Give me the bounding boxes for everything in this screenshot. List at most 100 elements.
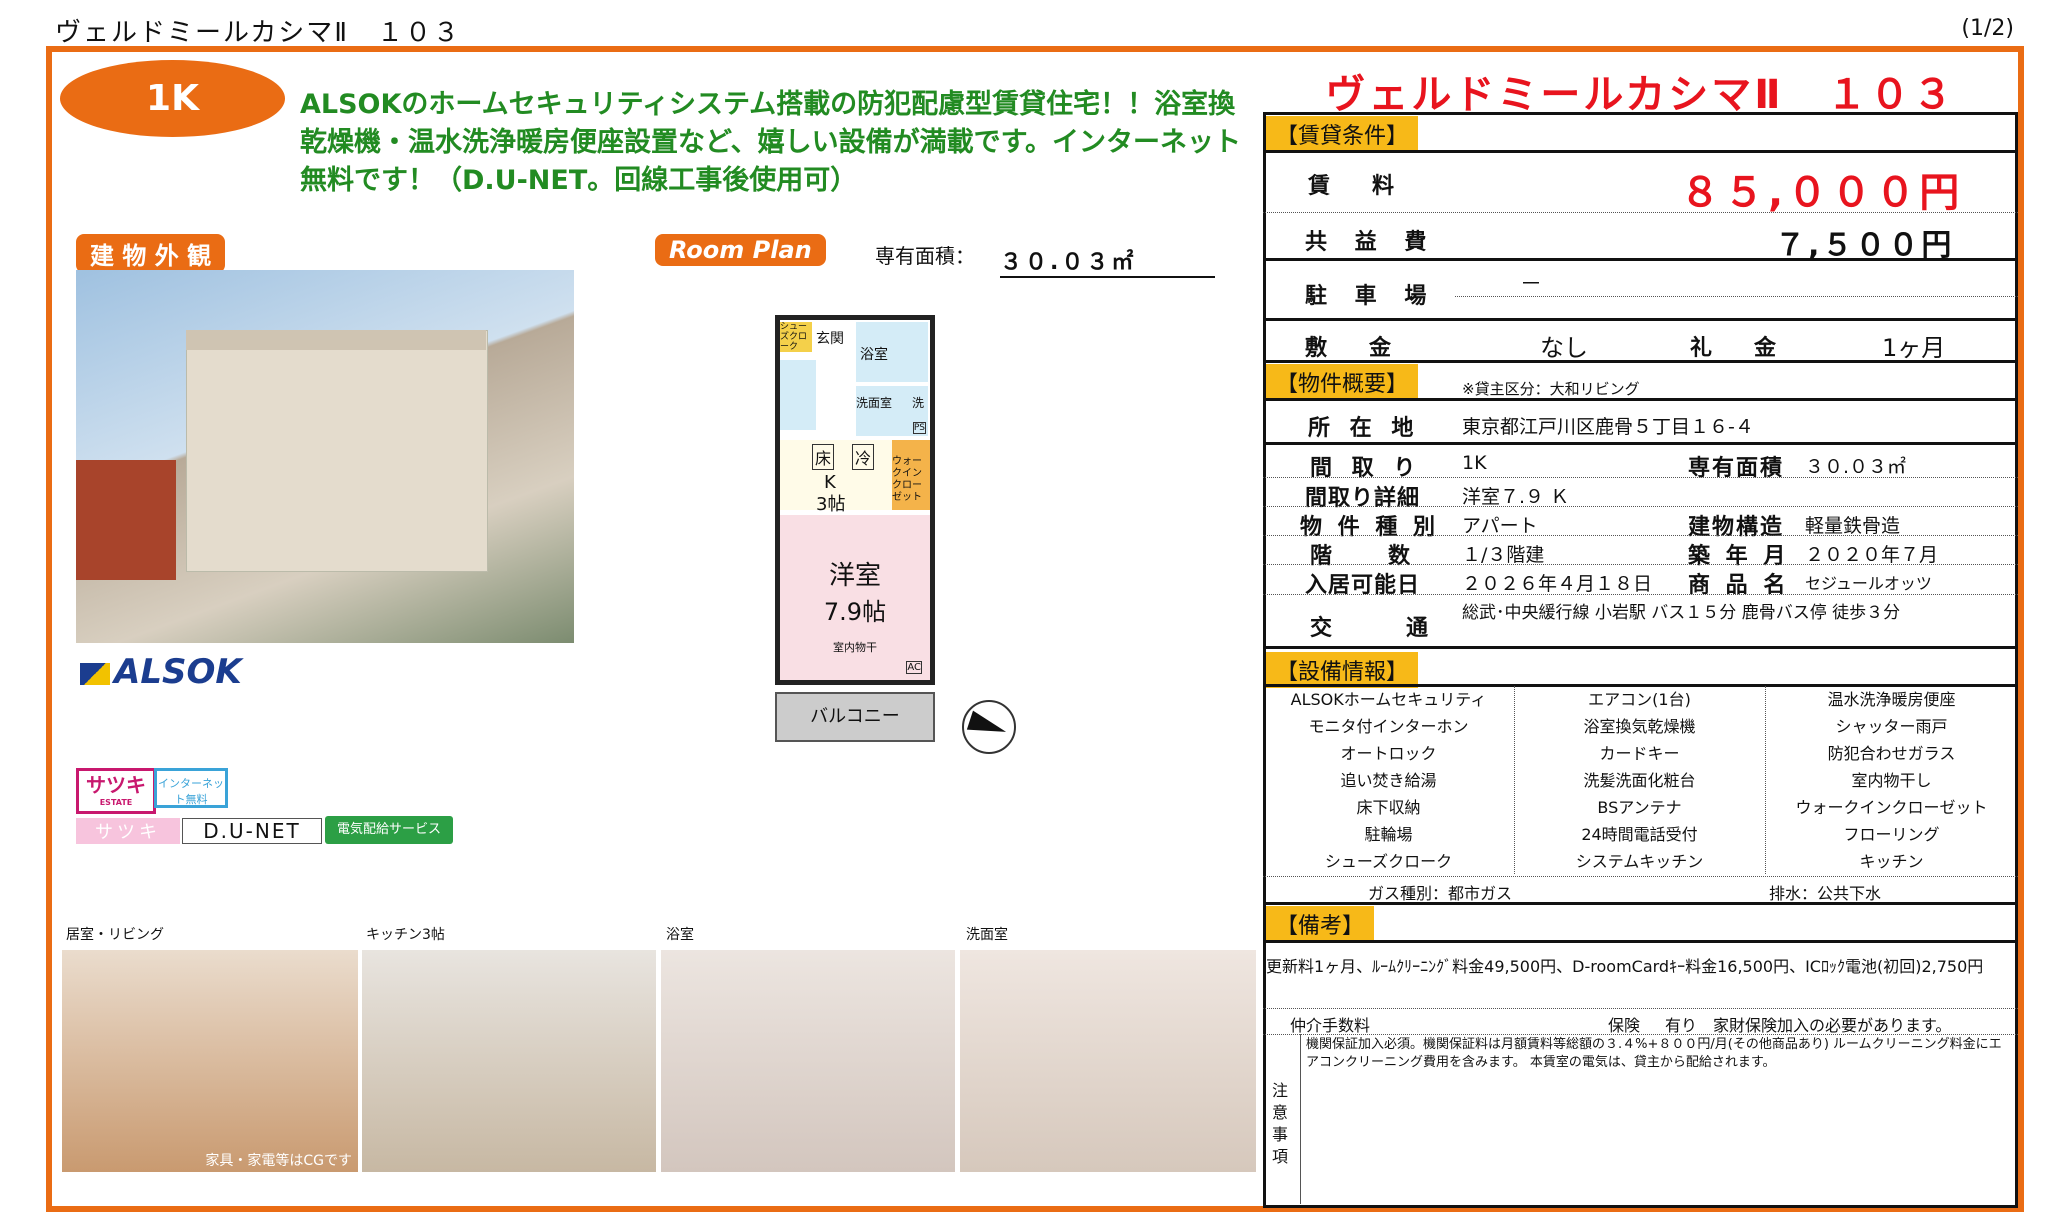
- equipment-item: システムキッチン: [1575, 852, 1704, 871]
- equipment-item: シャッター雨戸: [1835, 717, 1948, 736]
- photo-living-note: 家具・家電等はCGです: [205, 1153, 352, 1169]
- equipment-grid: ALSOKホームセキュリティ エアコン(1台) 温水洗浄暖房便座 モニタ付インタ…: [1263, 686, 2018, 875]
- fp-western-room: 洋室 7.9帖 室内物干 AC: [780, 515, 930, 680]
- type-value: アパート: [1462, 515, 1538, 537]
- alsok-logo: ALSOK: [80, 652, 242, 692]
- roomplan-label: Room Plan: [655, 234, 826, 266]
- insurance-value: 有り 家財保険加入の必要があります。: [1665, 1016, 1952, 1035]
- type-label: 物 件 種 別: [1300, 515, 1439, 540]
- equipment-item: 温水洗浄暖房便座: [1827, 690, 1956, 709]
- alsok-logo-text: ALSOK: [114, 652, 242, 692]
- rule: [1263, 506, 2018, 507]
- fp-balcony: バルコニー: [775, 692, 935, 742]
- deposit-value: なし: [1540, 334, 1588, 362]
- satsuki-band: サツキ: [76, 818, 180, 844]
- detail-value: 洋室７.９ Ｋ: [1462, 486, 1570, 508]
- fp-k-size: 3帖: [816, 494, 846, 515]
- fp-bath: 浴室: [856, 322, 928, 382]
- built-label: 築 年 月: [1688, 544, 1790, 569]
- area-label: 専有面積：: [875, 244, 975, 268]
- rent-value: ８５,０００円: [1680, 170, 1964, 216]
- key-money-value: 1ヶ月: [1882, 334, 1946, 362]
- fp-closet: ウォークインクローゼット: [892, 440, 930, 510]
- rule: [1263, 940, 2018, 943]
- structure-label: 建物構造: [1688, 515, 1785, 540]
- compass-icon: [962, 700, 1016, 754]
- alsok-mark-icon: [80, 662, 110, 685]
- detail-label: 間取り詳細: [1305, 486, 1421, 511]
- fp-indoor-dry: 室内物干: [833, 641, 877, 654]
- photo-bath: [661, 950, 955, 1172]
- fp-kitchen: 床 冷 K 3帖: [780, 440, 892, 515]
- equipment-item: 洗髪洗面化粧台: [1583, 771, 1696, 790]
- rule: [1263, 212, 2018, 213]
- gas-type: ガス種別：都市ガス: [1367, 884, 1512, 903]
- equipment-item: 24時間電話受付: [1581, 825, 1698, 844]
- fp-ac: AC: [906, 661, 922, 674]
- floors-label: 階 数: [1310, 544, 1415, 569]
- fp-room: 洋室: [828, 561, 881, 591]
- layout-badge: 1K: [60, 60, 285, 137]
- fp-bath-label: 浴室: [860, 347, 888, 363]
- satsuki-sub: ESTATE: [99, 798, 133, 807]
- key-money-label: 礼 金: [1690, 336, 1787, 361]
- equipment-item: モニタ付インターホン: [1308, 717, 1469, 736]
- rent-section-head: 【賃貸条件】: [1266, 116, 1419, 152]
- equipment-head: 【設備情報】: [1266, 652, 1419, 688]
- product-value: セジュールオッツ: [1805, 574, 1932, 593]
- address-label: 所 在 地: [1308, 416, 1420, 441]
- rule: [1263, 1008, 2018, 1009]
- photo-caption-washroom: 洗面室: [966, 927, 1008, 943]
- access-value: 総武･中央緩行線 小岩駅 バス１５分 鹿骨バス停 徒歩３分: [1462, 603, 1901, 623]
- equipment-item: 駐輪場: [1364, 825, 1413, 844]
- built-value: ２０２０年７月: [1805, 544, 1939, 566]
- parking-value: －: [1520, 272, 1543, 297]
- broker-fee-label: 仲介手数料: [1290, 1016, 1371, 1035]
- access-label: 交 通: [1310, 616, 1439, 641]
- equipment-item: ALSOKホームセキュリティ: [1290, 690, 1487, 709]
- rule: [1263, 398, 2018, 401]
- photo-caption-living: 居室・リビング: [66, 927, 164, 943]
- rule: [1300, 1034, 1301, 1204]
- equipment-item: オートロック: [1340, 744, 1437, 763]
- remarks-fees: 更新料1ヶ月、ﾙｰﾑｸﾘｰﾆﾝｸﾞ料金49,500円、D-roomCardｷｰ料…: [1266, 957, 1984, 976]
- equipment-item: 防犯合わせガラス: [1827, 744, 1956, 763]
- area-row-value: ３０.０３㎡: [1805, 456, 1907, 478]
- photo-kitchen: [362, 950, 656, 1172]
- fp-toilet: [780, 360, 816, 430]
- area-value: ３０.０３㎡: [1000, 244, 1215, 278]
- fp-floor: 床: [812, 444, 835, 470]
- photo-caption-kitchen: キッチン3帖: [366, 927, 445, 943]
- equipment-item: シューズクローク: [1324, 852, 1453, 871]
- photo-caption-bath: 浴室: [666, 927, 694, 943]
- notes-text: 機関保証加入必須。機関保証料は月額賃料等総額の３.４%+８００円/月(その他商品…: [1306, 1037, 2002, 1070]
- fp-ps: PS: [912, 422, 926, 434]
- rule: [1263, 646, 2018, 649]
- fp-fridge: 冷: [852, 444, 875, 470]
- internet-badge: インターネット無料: [154, 768, 228, 808]
- fp-washroom-label: 洗面室: [856, 396, 893, 410]
- notes-label: 注意事項: [1272, 1081, 1289, 1166]
- rule: [1263, 564, 2018, 565]
- rule: [1514, 686, 1515, 874]
- equipment-item: 追い焚き給湯: [1340, 771, 1437, 790]
- equipment-item: 浴室換気乾燥機: [1583, 717, 1696, 736]
- address-value: 東京都江戸川区鹿骨５丁目１６-４: [1462, 416, 1754, 438]
- fp-washroom: 洗面室 洗 PS: [856, 386, 928, 436]
- rule: [1263, 1034, 2018, 1035]
- rule: [1455, 296, 2018, 297]
- catch-copy: ALSOKのホームセキュリティシステム搭載の防犯配慮型賃貸住宅！！浴室換乾燥機・…: [300, 89, 1241, 196]
- rule: [1263, 535, 2018, 536]
- equipment-item: BSアンテナ: [1597, 798, 1682, 817]
- equipment-item: 床下収納: [1356, 798, 1421, 817]
- floors-value: １/３階建: [1462, 544, 1545, 566]
- parking-label: 駐 車 場: [1305, 284, 1437, 309]
- exterior-label: 建 物 外 観: [76, 234, 226, 273]
- overview-note: ※貸主区分：大和リビング: [1462, 380, 1640, 398]
- fp-genkan: 玄関: [816, 331, 844, 347]
- equipment-item: ウォークインクローゼット: [1795, 798, 1988, 817]
- rule: [1263, 442, 2018, 445]
- satsuki-text: サツキ: [86, 773, 146, 797]
- exterior-photo: [76, 270, 574, 643]
- photo-living: 家具・家電等はCGです: [62, 950, 358, 1172]
